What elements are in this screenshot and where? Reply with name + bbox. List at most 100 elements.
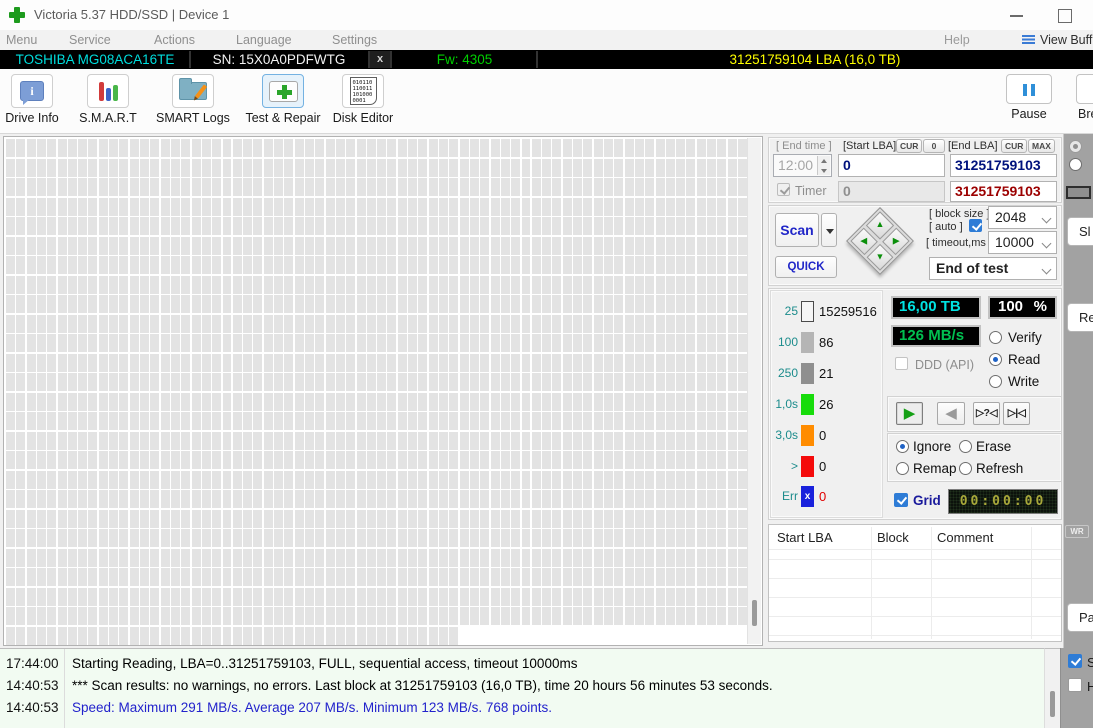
grid-checkbox[interactable]: [894, 493, 908, 507]
scrollbar-thumb[interactable]: [1050, 691, 1055, 717]
maximize-button[interactable]: [1048, 0, 1082, 30]
wr-toggle[interactable]: WR: [1065, 525, 1089, 538]
bottom-checkbox-h[interactable]: [1068, 678, 1082, 692]
end-time-spinner[interactable]: 12:00: [773, 154, 832, 177]
device-model: TOSHIBA MG08ACA16TE: [15, 52, 175, 67]
minimize-button[interactable]: [1000, 0, 1034, 30]
timer-checkbox[interactable]: [777, 183, 790, 196]
drive-info-label: Drive Info: [5, 111, 59, 125]
scan-dropdown-button[interactable]: [821, 213, 837, 247]
verify-label: Verify: [1008, 330, 1042, 345]
ignore-label: Ignore: [913, 439, 952, 454]
strip-radio-2[interactable]: [1069, 158, 1082, 171]
log-entry: 14:40:53 Speed: Maximum 291 MB/s. Averag…: [0, 697, 1044, 719]
disk-editor-button[interactable]: 010110 110011 101000 0001 Disk Editor: [328, 74, 398, 125]
break-button[interactable]: Bre: [1076, 74, 1093, 121]
stat-value: 0: [819, 459, 827, 474]
end-lba-cur-button[interactable]: CUR: [1001, 139, 1028, 153]
stat-label: 100: [777, 335, 798, 349]
device-serial: SN: 15X0A0PDFWTG: [212, 52, 346, 67]
refresh-radio[interactable]: [959, 462, 972, 475]
stat-block-swatch: [801, 363, 814, 384]
end-lba-max-button[interactable]: MAX: [1028, 139, 1055, 153]
read-radio[interactable]: [989, 353, 1002, 366]
erase-radio[interactable]: [959, 440, 972, 453]
stat-row-100: 100 86: [772, 332, 882, 354]
stat-value: 0: [819, 489, 827, 504]
percent-unit: %: [1033, 298, 1047, 315]
remap-label: Remap: [913, 461, 957, 476]
menu-item-language[interactable]: Language: [236, 30, 292, 50]
strip-button-sl[interactable]: Sl: [1067, 217, 1093, 246]
seek-test-button[interactable]: ▷?◁: [973, 402, 1000, 425]
remap-radio[interactable]: [896, 462, 909, 475]
percent-display: 100 %: [988, 296, 1057, 319]
strip-button-re[interactable]: Re: [1067, 303, 1093, 332]
stat-label: 250: [777, 366, 798, 380]
strip-radio-1[interactable]: [1069, 140, 1082, 153]
ddd-api-checkbox[interactable]: [895, 357, 908, 370]
menu-item-actions[interactable]: Actions: [154, 30, 195, 50]
view-buff-button[interactable]: View Buff: [1022, 30, 1092, 50]
err-cross-icon: x: [804, 491, 811, 502]
size-display: 16,00 TB: [891, 296, 981, 319]
log-panel: 17:44:00 Starting Reading, LBA=0..312517…: [0, 648, 1044, 728]
end-action-value: End of test: [936, 260, 1009, 276]
defect-table[interactable]: Start LBA Block Comment: [768, 524, 1062, 642]
scrollbar-thumb[interactable]: [752, 600, 757, 626]
log-time: 17:44:00: [6, 656, 59, 671]
back-button[interactable]: ◀: [937, 402, 965, 425]
stat-block-swatch: [801, 456, 814, 477]
start-lba-input[interactable]: 0: [838, 154, 945, 177]
divider: [1031, 527, 1032, 639]
ddd-api-label: DDD (API): [915, 358, 975, 372]
strip-button-pa[interactable]: Pa: [1067, 603, 1093, 632]
arrow-down-icon: ▼: [875, 251, 885, 262]
test-repair-button[interactable]: Test & Repair: [240, 74, 326, 125]
log-time: 14:40:53: [6, 700, 59, 715]
scan-map-scrollbar[interactable]: [747, 138, 761, 644]
block-size-select[interactable]: 2048: [988, 206, 1057, 229]
end-lba-input[interactable]: 31251759103: [950, 154, 1057, 177]
write-label: Write: [1008, 374, 1040, 389]
bottom-checkbox-s[interactable]: [1068, 654, 1082, 668]
log-scrollbar[interactable]: [1044, 648, 1060, 728]
stat-label: 1,0s: [775, 397, 798, 411]
drive-info-button[interactable]: i Drive Info: [2, 74, 62, 125]
start-lba-cur-button[interactable]: CUR: [896, 139, 923, 153]
stat-label: 25: [784, 304, 798, 318]
start-button[interactable]: ▶: [896, 402, 923, 425]
test-repair-icon: [268, 80, 298, 102]
write-radio[interactable]: [989, 375, 1002, 388]
start-lba-zero-button[interactable]: 0: [923, 139, 945, 153]
stat-row-over: > 0: [772, 456, 882, 478]
menu-item-menu[interactable]: Menu: [6, 30, 37, 50]
scan-map-panel: [3, 136, 763, 646]
timeout-select[interactable]: 10000: [988, 231, 1057, 254]
stop-button[interactable]: ▷|◁: [1003, 402, 1030, 425]
spinner-up-icon[interactable]: [818, 156, 830, 166]
log-entry: 17:44:00 Starting Reading, LBA=0..312517…: [0, 653, 1044, 675]
menu-item-help[interactable]: Help: [944, 30, 970, 50]
quick-button[interactable]: QUICK: [775, 256, 837, 278]
smart-logs-label: SMART Logs: [156, 111, 230, 125]
auto-checkbox[interactable]: [969, 219, 982, 232]
smart-button[interactable]: S.M.A.R.T: [72, 74, 144, 125]
percent-value: 100: [998, 298, 1024, 315]
bottom-checkbox-h-label: H: [1087, 679, 1093, 694]
spinner-down-icon[interactable]: [818, 165, 830, 175]
end-action-select[interactable]: End of test: [929, 257, 1057, 280]
spinner-buttons[interactable]: [817, 156, 830, 175]
log-text: Starting Reading, LBA=0..31251759103, FU…: [72, 656, 578, 671]
smart-logs-button[interactable]: SMART Logs: [152, 74, 234, 125]
pause-button[interactable]: Pause: [1005, 74, 1053, 121]
test-repair-label: Test & Repair: [245, 111, 321, 125]
ignore-radio[interactable]: [896, 440, 909, 453]
menu-item-settings[interactable]: Settings: [332, 30, 377, 50]
break-label: Bre: [1078, 107, 1093, 121]
verify-radio[interactable]: [989, 331, 1002, 344]
smart-icon: [98, 81, 118, 101]
device-close-button[interactable]: x: [370, 51, 390, 68]
scan-button[interactable]: Scan: [775, 213, 819, 247]
menu-item-service[interactable]: Service: [69, 30, 111, 50]
